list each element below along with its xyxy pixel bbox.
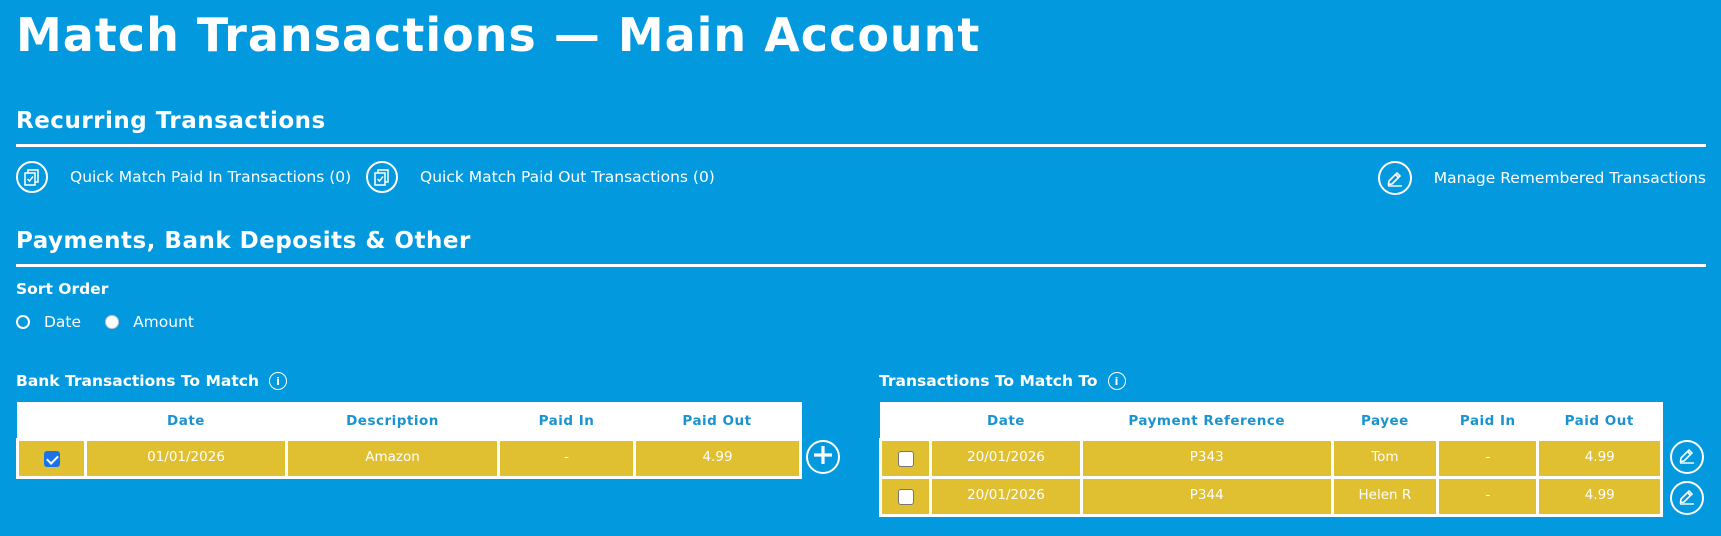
date-cell: 01/01/2026 — [84, 438, 288, 479]
sort-amount-radio[interactable] — [105, 315, 120, 329]
column-header — [880, 403, 931, 440]
column-header — [17, 403, 86, 440]
clipboard-check-icon — [16, 161, 48, 193]
edit-match-row-button[interactable] — [1670, 481, 1704, 515]
quick-match-paid-in-label: Quick Match Paid In Transactions (0) — [70, 168, 352, 186]
edit-match-row-button[interactable] — [1670, 440, 1704, 474]
sort-order-group: Date Amount — [16, 313, 194, 331]
table-row[interactable]: 20/01/2026 P344 Helen R - 4.99 — [878, 476, 1663, 517]
reference-cell: P344 — [1079, 476, 1334, 517]
row-select-cell — [878, 438, 933, 479]
info-icon[interactable]: i — [1107, 372, 1126, 390]
table-row[interactable]: 20/01/2026 P343 Tom - 4.99 — [878, 438, 1663, 479]
payments-section-title: Payments, Bank Deposits & Other — [16, 228, 471, 254]
clipboard-check-icon — [366, 161, 398, 193]
paid-in-cell: - — [497, 438, 636, 479]
manage-remembered-label: Manage Remembered Transactions — [1433, 169, 1706, 187]
pencil-icon — [1677, 445, 1697, 469]
recurring-section-title: Recurring Transactions — [16, 108, 326, 134]
section-divider — [16, 264, 1706, 267]
paid-in-cell: - — [1436, 476, 1540, 517]
column-header: Paid In — [498, 403, 635, 440]
match-transactions-title: Transactions To Match To i — [879, 372, 1126, 390]
sort-date-label: Date — [44, 313, 82, 331]
add-transaction-button[interactable] — [806, 440, 840, 474]
column-header: Payment Reference — [1081, 403, 1333, 440]
column-header: Date — [930, 403, 1082, 440]
plus-icon — [812, 444, 834, 470]
date-cell: 20/01/2026 — [929, 438, 1083, 479]
column-header: Paid In — [1437, 403, 1538, 440]
payee-cell: Helen R — [1330, 476, 1440, 517]
quick-match-paid-out-label: Quick Match Paid Out Transactions (0) — [420, 168, 715, 186]
row-checkbox[interactable] — [897, 451, 914, 467]
paid-out-cell: 4.99 — [1536, 476, 1663, 517]
pencil-icon — [1377, 161, 1412, 195]
paid-out-cell: 4.99 — [1536, 438, 1663, 479]
column-header: Paid Out — [1537, 403, 1662, 440]
reference-cell: P343 — [1079, 438, 1334, 479]
bank-transactions-title: Bank Transactions To Match i — [16, 372, 287, 390]
payee-cell: Tom — [1330, 438, 1440, 479]
description-cell: Amazon — [285, 438, 500, 479]
bank-transactions-title-text: Bank Transactions To Match — [16, 372, 259, 390]
pencil-icon — [1677, 486, 1697, 510]
column-header: Payee — [1332, 403, 1438, 440]
quick-match-paid-in-button[interactable]: Quick Match Paid In Transactions (0) — [16, 161, 351, 193]
manage-remembered-button[interactable]: Manage Remembered Transactions — [1377, 161, 1706, 195]
sort-amount-label: Amount — [133, 313, 194, 331]
row-select-cell — [878, 476, 933, 517]
match-transactions-table: Date Payment Reference Payee Paid In Pai… — [878, 402, 1663, 517]
row-select-cell — [16, 438, 87, 479]
sort-date-radio[interactable] — [16, 315, 30, 329]
bank-transactions-table: Date Description Paid In Paid Out 01/01/… — [16, 402, 802, 479]
row-checkbox[interactable] — [43, 451, 60, 467]
paid-in-cell: - — [1436, 438, 1540, 479]
match-transactions-title-text: Transactions To Match To — [879, 372, 1098, 390]
table-row[interactable]: 01/01/2026 Amazon - 4.99 — [16, 438, 802, 479]
paid-out-cell: 4.99 — [633, 438, 802, 479]
info-icon[interactable]: i — [269, 372, 287, 390]
table-header-row: Date Payment Reference Payee Paid In Pai… — [880, 403, 1662, 440]
column-header: Date — [85, 403, 287, 440]
page-title: Match Transactions — Main Account — [16, 8, 981, 62]
sort-order-label: Sort Order — [16, 280, 109, 298]
column-header: Description — [286, 403, 499, 440]
quick-match-paid-out-button[interactable]: Quick Match Paid Out Transactions (0) — [366, 161, 715, 193]
section-divider — [16, 144, 1706, 147]
row-checkbox[interactable] — [897, 489, 914, 505]
table-header-row: Date Description Paid In Paid Out — [17, 403, 801, 440]
date-cell: 20/01/2026 — [929, 476, 1083, 517]
column-header: Paid Out — [634, 403, 801, 440]
